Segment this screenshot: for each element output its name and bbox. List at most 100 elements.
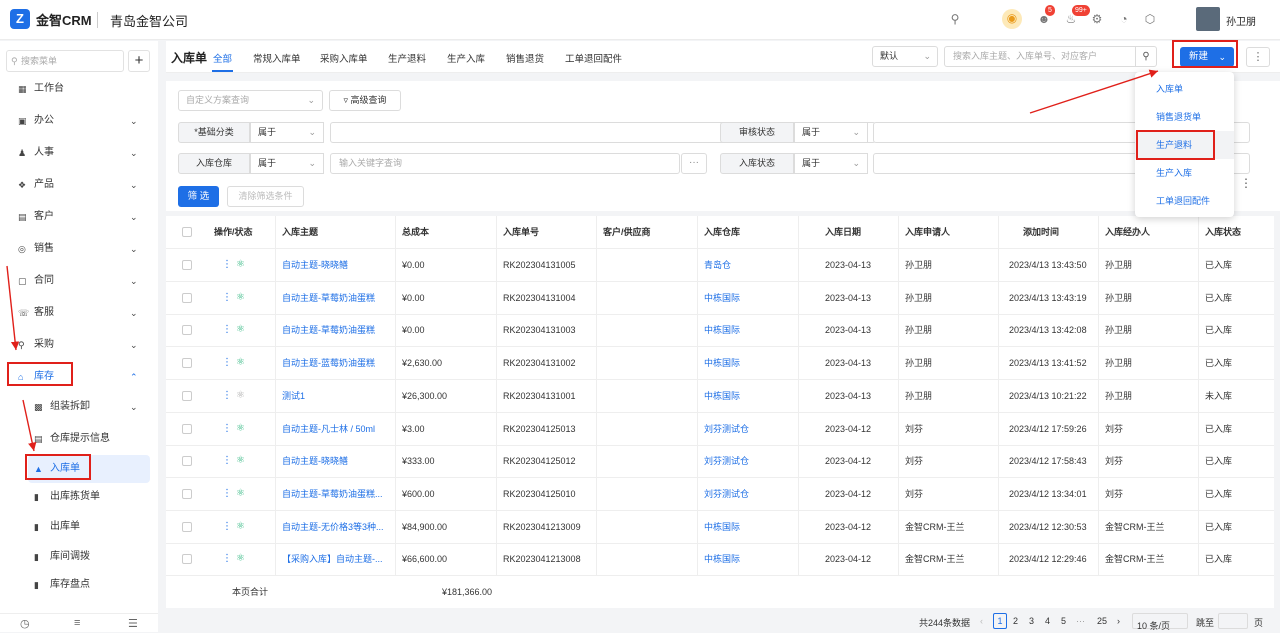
sidebar-item-inventory-check[interactable]: ▮ 库存盘点 xyxy=(0,571,158,599)
col-status[interactable]: 入库状态 xyxy=(1198,216,1274,248)
table-row[interactable]: ⋮ ⚛ 自动主题-凡士林 / 50ml ¥3.00 RK202304125013 刘芬测试… xyxy=(166,412,1274,446)
col-handler[interactable]: 入库经办人 xyxy=(1098,216,1198,248)
pie-chart-icon[interactable]: ◔ xyxy=(1115,10,1133,28)
tab-all[interactable]: 全部 xyxy=(213,51,232,65)
jump-page-input[interactable] xyxy=(1218,613,1248,629)
tab-sales-return[interactable]: 销售退货 xyxy=(506,51,544,65)
cell-subject[interactable]: 自动主题-晓晓鳝 xyxy=(275,249,395,281)
filter-op-category[interactable]: 属于 ⌄ xyxy=(250,122,324,143)
row-actions-icon[interactable]: ⋮ xyxy=(222,249,232,281)
search-icon[interactable]: ⚲ xyxy=(1135,46,1157,67)
bell-icon[interactable]: ♨ 99+ xyxy=(1062,5,1090,28)
row-checkbox[interactable] xyxy=(182,554,192,565)
row-actions-icon[interactable]: ⋮ xyxy=(222,314,232,346)
page-2[interactable]: 2 xyxy=(1013,616,1018,626)
table-row[interactable]: ⋮ ⚛ 自动主题-无价格3等3种... ¥84,900.00 RK20230412130… xyxy=(166,510,1274,544)
filter-button[interactable]: 筛 选 xyxy=(178,186,219,207)
next-page-icon[interactable]: › xyxy=(1117,616,1120,626)
page-5[interactable]: 5 xyxy=(1061,616,1066,626)
row-actions-icon[interactable]: ⋮ xyxy=(222,445,232,477)
sidebar-item-stock-out[interactable]: ▮ 出库单 xyxy=(0,513,158,541)
row-actions-icon[interactable]: ⋮ xyxy=(222,413,232,445)
cell-subject[interactable]: 自动主题-凡士林 / 50ml xyxy=(275,412,395,445)
cell-subject[interactable]: 自动主题-草莓奶油蛋糕... xyxy=(275,477,395,510)
more-options-button[interactable]: ⋮ xyxy=(1246,47,1270,67)
tab-regular-stock-in[interactable]: 常规入库单 xyxy=(253,51,301,65)
cell-subject[interactable]: 自动主题-晓晓鳝 xyxy=(275,445,395,478)
prev-page-icon[interactable]: ‹ xyxy=(980,616,983,626)
row-checkbox[interactable] xyxy=(182,390,192,401)
clear-filter-button[interactable]: 清除筛选条件 xyxy=(227,186,304,207)
advanced-query-button[interactable]: ▿ 高级查询 xyxy=(329,90,401,111)
cell-subject[interactable]: 自动主题-无价格3等3种... xyxy=(275,510,395,543)
tab-purchase-stock-in[interactable]: 采购入库单 xyxy=(320,51,368,65)
sidebar-item-service[interactable]: ☏ 客服 ⌄ xyxy=(0,299,158,327)
row-checkbox[interactable] xyxy=(182,325,192,336)
sidebar-item-hr[interactable]: ♟ 人事 ⌄ xyxy=(0,139,158,167)
row-actions-icon[interactable]: ⋮ xyxy=(222,511,232,543)
row-actions-icon[interactable]: ⋮ xyxy=(222,380,232,412)
table-row[interactable]: ⋮ ⚛ 自动主题-晓晓鳝 ¥333.00 RK202304125012 刘芬测试仓 2023… xyxy=(166,445,1274,479)
sidebar-item-purchase[interactable]: ⚲ 采购 ⌄ xyxy=(0,331,158,359)
table-row[interactable]: ⋮ ⚛ 自动主题-晓晓鳝 ¥0.00 RK202304131005 青岛仓 2023-04-… xyxy=(166,249,1274,282)
sidebar-item-customer[interactable]: ▤ 客户 ⌄ xyxy=(0,203,158,231)
filter-op-stock-status[interactable]: 属于 ⌄ xyxy=(794,153,868,174)
sidebar-item-assembly[interactable]: ▩ 组装拆卸 ⌄ xyxy=(0,393,158,421)
sidebar-item-warehouse-info[interactable]: ▤ 仓库提示信息 xyxy=(0,425,158,453)
view-select[interactable]: 默认 ⌄ xyxy=(872,46,938,67)
row-checkbox[interactable] xyxy=(182,456,192,467)
col-warehouse[interactable]: 入库仓库 xyxy=(697,216,798,248)
tab-work-order-return[interactable]: 工单退回配件 xyxy=(565,51,622,65)
cell-subject[interactable]: 自动主题-蓝莓奶油蛋糕 xyxy=(275,347,395,380)
tab-production-stock-in[interactable]: 生产入库 xyxy=(447,51,485,65)
cell-subject[interactable]: 自动主题-草莓奶油蛋糕 xyxy=(275,281,395,314)
filter-op-audit[interactable]: 属于 ⌄ xyxy=(794,122,868,143)
col-applicant[interactable]: 入库申请人 xyxy=(898,216,998,248)
cell-warehouse[interactable]: 中栋国际 xyxy=(697,314,798,347)
table-row[interactable]: ⋮ ⚛ 自动主题-草莓奶油蛋糕 ¥0.00 RK202304131003 中栋国际 2023… xyxy=(166,314,1274,348)
menu-item-stock-in[interactable]: 入库单 xyxy=(1135,75,1234,103)
col-date[interactable]: 入库日期 xyxy=(798,216,898,248)
collapse-menu-icon[interactable]: ☰ xyxy=(128,617,138,630)
search-input[interactable]: 搜索入库主题、入库单号、对应客户 xyxy=(944,46,1136,67)
row-actions-icon[interactable]: ⋮ xyxy=(222,282,232,314)
cell-warehouse[interactable]: 刘芬测试仓 xyxy=(697,477,798,510)
table-row[interactable]: ⋮ ⚛ 自动主题-蓝莓奶油蛋糕 ¥2,630.00 RK202304131002 中栋国际… xyxy=(166,347,1274,381)
row-actions-icon[interactable]: ⋮ xyxy=(222,347,232,379)
page-3[interactable]: 3 xyxy=(1029,616,1034,626)
speaker-icon[interactable]: ◉ xyxy=(1002,9,1022,29)
sidebar-add-button[interactable]: + xyxy=(128,50,150,72)
page-4[interactable]: 4 xyxy=(1045,616,1050,626)
cell-subject[interactable]: 【采购入库】自动主题-... xyxy=(275,543,395,576)
sidebar-search-input[interactable]: ⚲ 搜索菜单 xyxy=(6,50,124,72)
page-size-select[interactable]: 10 条/页 xyxy=(1132,613,1188,631)
menu-item-production-stock-in[interactable]: 生产入库 xyxy=(1135,159,1234,187)
row-checkbox[interactable] xyxy=(182,521,192,532)
filter-op-warehouse[interactable]: 属于 ⌄ xyxy=(250,153,324,174)
table-row[interactable]: ⋮ ⚛ 自动主题-草莓奶油蛋糕 ¥0.00 RK202304131004 中栋国际 2023… xyxy=(166,281,1274,315)
cell-warehouse[interactable]: 刘芬测试仓 xyxy=(697,412,798,445)
sidebar-item-office[interactable]: ▣ 办公 ⌄ xyxy=(0,107,158,135)
menu-item-work-order-return[interactable]: 工单退回配件 xyxy=(1135,187,1234,215)
sidebar-item-sales[interactable]: ◎ 销售 ⌄ xyxy=(0,235,158,263)
cell-warehouse[interactable]: 中栋国际 xyxy=(697,281,798,314)
avatar[interactable] xyxy=(1196,7,1220,31)
custom-scheme-select[interactable]: 自定义方案查询 ⌄ xyxy=(178,90,323,111)
cell-warehouse[interactable]: 中栋国际 xyxy=(697,347,798,380)
filter-input-warehouse[interactable]: 输入关键字查询 xyxy=(330,153,680,174)
cell-subject[interactable]: 测试1 xyxy=(275,379,395,412)
sidebar-item-workbench[interactable]: ▦ 工作台 xyxy=(0,75,158,103)
row-checkbox[interactable] xyxy=(182,488,192,499)
col-added-time[interactable]: 添加时间 xyxy=(998,216,1098,248)
tab-production-return[interactable]: 生产退料 xyxy=(388,51,426,65)
sidebar-item-product[interactable]: ❖ 产品 ⌄ xyxy=(0,171,158,199)
page-ellipsis[interactable]: ··· xyxy=(1076,616,1085,626)
warehouse-picker-button[interactable]: ··· xyxy=(681,153,707,174)
shield-icon[interactable]: ⬡ xyxy=(1141,10,1159,28)
table-row[interactable]: ⋮ ⚛ 【采购入库】自动主题-... ¥66,600.00 RK202304121300… xyxy=(166,543,1274,577)
cell-warehouse[interactable]: 中栋国际 xyxy=(697,379,798,412)
row-checkbox[interactable] xyxy=(182,423,192,434)
row-actions-icon[interactable]: ⋮ xyxy=(222,478,232,510)
col-number[interactable]: 入库单号 xyxy=(496,216,596,248)
col-cost[interactable]: 总成本 xyxy=(395,216,495,248)
